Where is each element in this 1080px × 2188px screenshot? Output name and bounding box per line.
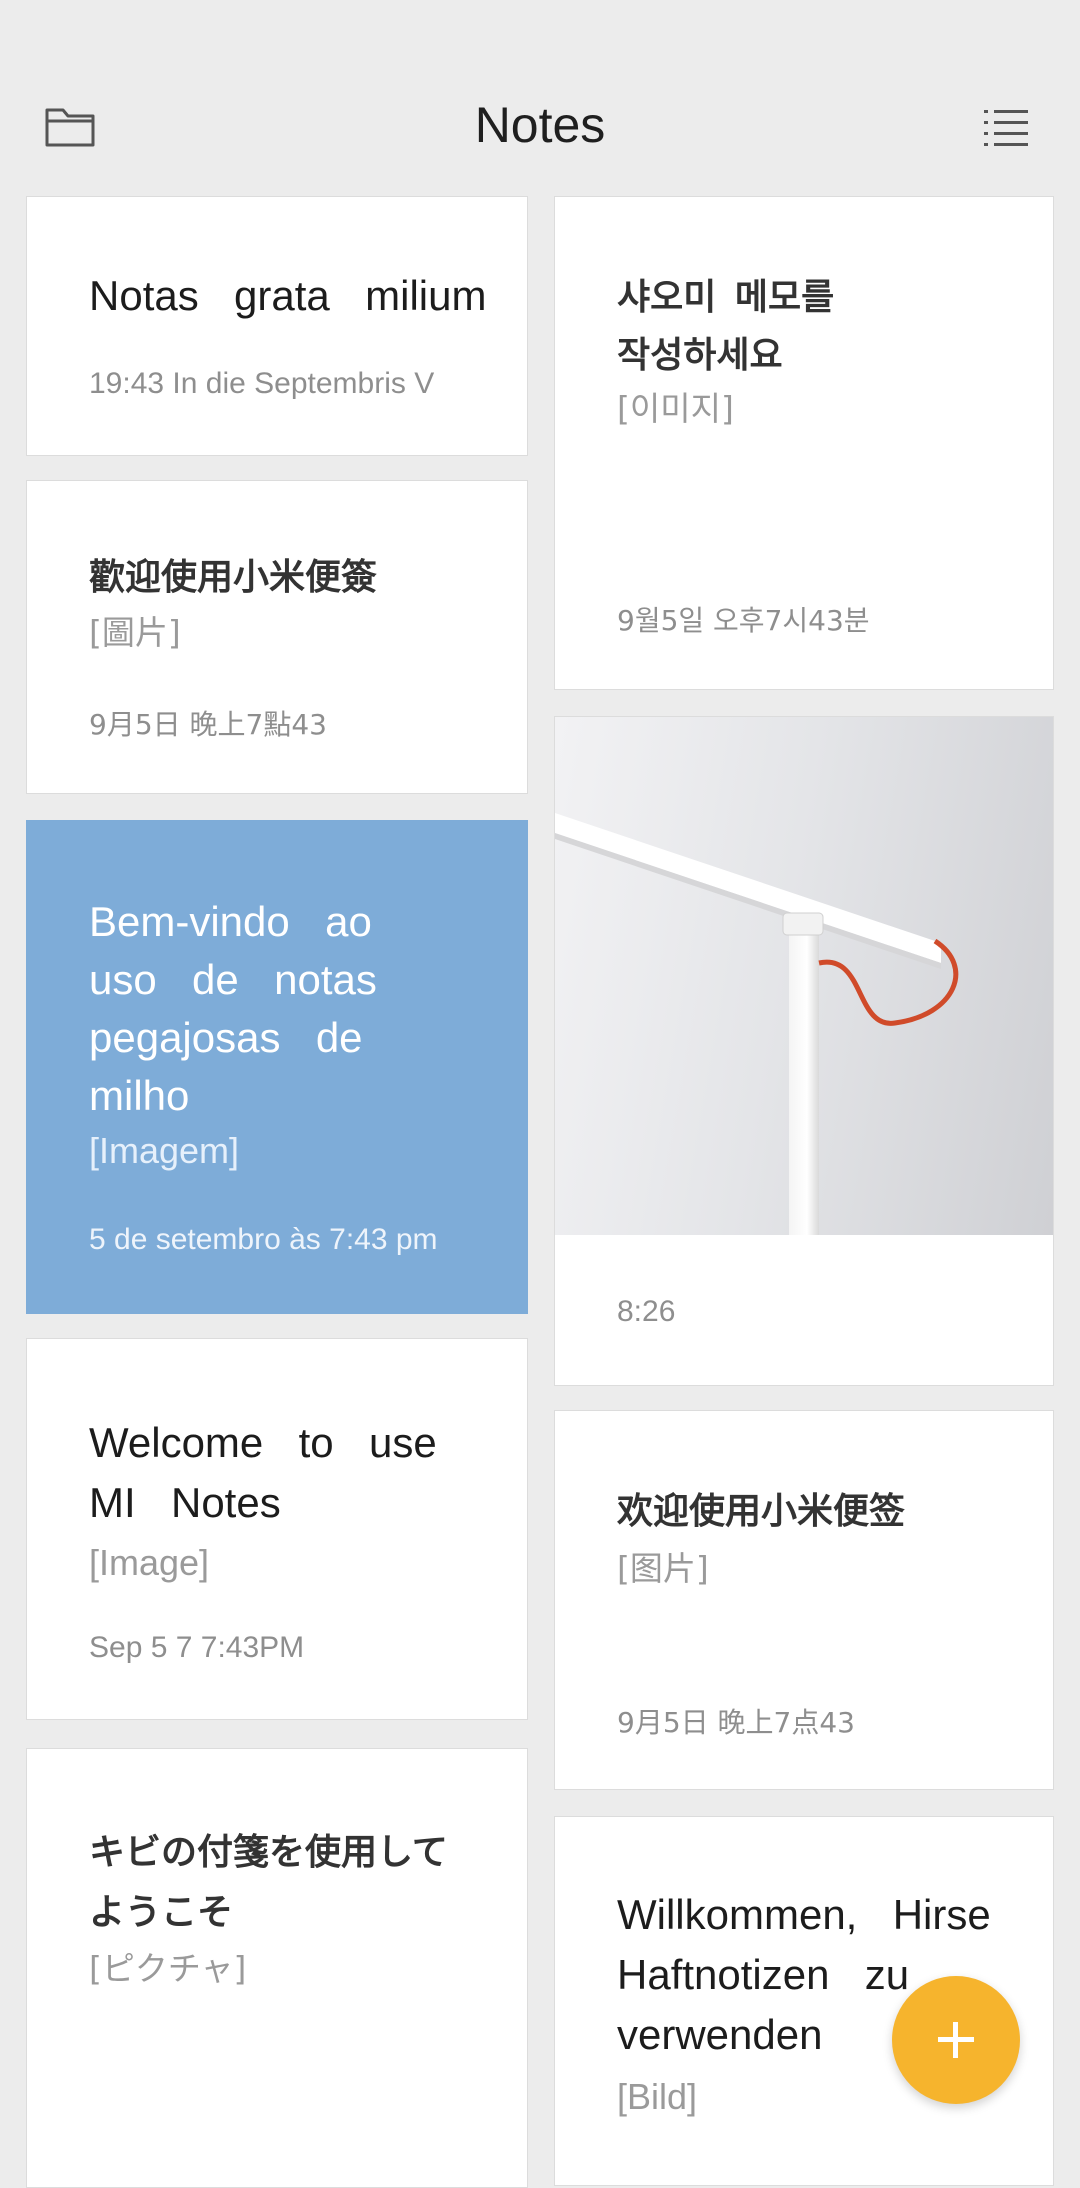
note-card-en[interactable]: Welcome to use MI Notes [Image] Sep 5 7 … [26,1338,528,1720]
note-photo-lamp [555,717,1053,1235]
lamp-arm [555,813,941,963]
note-card-pt-selected[interactable]: Bem-vindo ao uso de notas pegajosas de m… [26,820,528,1314]
note-date: 19:43 In die Septembris V [89,367,435,400]
page-title: Notes [474,97,606,153]
note-image-tag: [ピクチャ] [89,1949,247,1988]
note-image-tag: [Image] [89,1542,210,1583]
note-date: 9月5日 晚上7點43 [89,708,327,741]
note-title: キビの付箋を使用して ようこそ [89,1832,448,1933]
note-card-ja[interactable]: キビの付箋を使用して ようこそ [ピクチャ] [26,1748,528,2188]
note-date: Sep 5 7 7:43PM [89,1631,305,1664]
note-image-tag: [Imagem] [89,1130,240,1171]
note-title: 欢迎使用小米便签 [617,1491,906,1532]
note-title: Notas grata milium [89,272,487,319]
note-date: 5 de setembro às 7:43 pm [89,1223,438,1256]
note-title: Bem-vindo ao uso de notas pegajosas de m… [89,898,377,1119]
plus-icon [938,2022,974,2058]
note-date: 8:26 [617,1295,676,1328]
note-card-zh-hant[interactable]: 歡迎使用小米便簽 [圖片] 9月5日 晚上7點43 [26,480,528,794]
note-title: 歡迎使用小米便簽 [89,557,378,598]
note-card-latin[interactable]: Notas grata milium 19:43 In die Septembr… [26,196,528,456]
app-header: Notes [0,0,1080,190]
note-title: Welcome to use MI Notes [89,1419,437,1526]
add-note-button[interactable] [892,1976,1020,2104]
list-menu-icon[interactable] [984,108,1028,148]
note-card-photo[interactable]: 8:26 [554,716,1054,1386]
note-card-ko[interactable]: 샤오미 메모를 작성하세요 [이미지] 9월5일 오후7시43분 [554,196,1054,690]
note-date: 9월5일 오후7시43분 [617,604,870,637]
note-image-tag: [이미지] [617,389,734,428]
note-date: 9月5日 晚上7点43 [617,1706,855,1739]
note-card-zh-hans[interactable]: 欢迎使用小米便签 [图片] 9月5日 晚上7点43 [554,1410,1054,1790]
note-image-tag: [图片] [617,1549,709,1588]
note-image-tag: [圖片] [89,613,181,652]
lamp-pole [789,925,819,1235]
note-title: 샤오미 메모를 작성하세요 [617,277,835,376]
